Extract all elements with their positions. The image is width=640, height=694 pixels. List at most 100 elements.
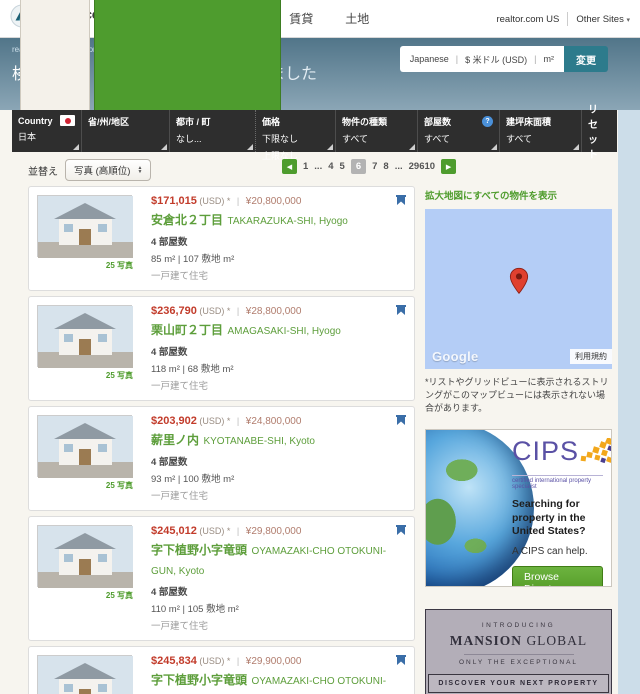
map-terms-link[interactable]: 利用規約 [570,349,612,364]
content-area: Country 日本 省/州/地区 都市 / 町 なし... 価格 下限なし 上… [0,110,618,694]
stepper-icon: ▲▼ [137,166,142,174]
filter-floor-area[interactable]: 建坪床面積 すべて [500,110,582,152]
cips-ad[interactable]: CIPS [425,429,612,587]
tab-map-view[interactable]: 地図 [94,0,281,110]
cips-subtext: A CIPS can help. [512,546,603,557]
google-logo: Google [432,349,479,364]
sort-label: 並替え [28,163,58,178]
realtor-us-link[interactable]: realtor.com US [496,14,559,25]
price-usd: $171,015 [151,195,197,207]
price-note: (USD) * [199,306,230,316]
dropdown-corner-icon [409,144,415,150]
pagination-page[interactable]: 5 [340,161,345,172]
help-icon[interactable]: ? [482,116,493,127]
listing-card[interactable]: 25 写真 $236,790 (USD) * | ¥28,800,000 栗山町… [28,296,415,401]
sort-value: 写真 (高順位) [74,163,130,177]
listing-photo[interactable] [37,655,132,694]
pagination: ◀ 1...45678...29610 ▶ [282,159,456,174]
map-preview[interactable]: Google 利用規約 [425,209,612,369]
listing-photo[interactable] [37,305,132,367]
pagination-ellipsis: ... [314,161,322,172]
listing-area: 93 m² | 100 敷地 m² [151,471,392,485]
expand-map-link[interactable]: 拡大地図にすべての物件を表示 [425,188,612,202]
listing-title[interactable]: 安倉北２丁目 [151,213,223,227]
pagination-page[interactable]: 7 [372,161,377,172]
filter-region[interactable]: 省/州/地区 [82,110,170,152]
discover-property-button[interactable]: DISCOVER YOUR NEXT PROPERTY [428,674,608,693]
listing-area: 85 m² | 107 敷地 m² [151,251,392,265]
pagination-next-icon[interactable]: ▶ [441,159,456,174]
pagination-page[interactable]: 8 [383,161,388,172]
cips-mosaic-icon [579,438,612,473]
cips-logo: CIPS [512,438,579,465]
pagination-page[interactable]: 29610 [409,161,435,172]
listing-title[interactable]: 薪里ノ内 [151,433,199,447]
pagination-page[interactable]: 1 [303,161,308,172]
other-sites-dropdown[interactable]: Other Sites ▾ [576,14,630,25]
language-value: Japanese [410,54,449,64]
listing-rooms: 4 部屋数 [151,344,392,358]
price-note: (USD) * [199,526,230,536]
map-disclaimer: *リストやグリッドビューに表示されるストリングがこのマップビューには表示されない… [425,376,612,415]
search-hero: realtor.com® International > 世界 > 日本 検索 … [0,38,640,110]
map-pin-icon[interactable] [509,267,529,300]
save-listing-icon[interactable] [395,523,407,541]
listing-photo[interactable] [37,195,132,257]
listing-location[interactable]: TAKARAZUKA-SHI, Hyogo [227,216,347,227]
browse-directory-button[interactable]: Browse Directory [512,566,603,587]
listing-photo[interactable] [37,525,132,587]
listing-area: 110 m² | 105 敷地 m² [151,601,392,615]
filter-city[interactable]: 都市 / 町 なし... [170,110,256,152]
photo-count: 25 写真 [37,370,137,381]
locale-bar: Japanese | $ 米ドル (USD) | m² 変更 [400,46,608,72]
sort-select[interactable]: 写真 (高順位) ▲▼ [65,159,151,181]
listings-column: 25 写真 $171,015 (USD) * | ¥20,800,000 安倉北… [28,186,415,694]
listing-title[interactable]: 栗山町２丁目 [151,323,223,337]
save-listing-icon[interactable] [395,303,407,321]
unit-value: m² [544,54,555,64]
listing-card[interactable]: 25 写真 $245,012 (USD) * | ¥29,800,000 字下植… [28,516,415,641]
sidebar: 拡大地図にすべての物件を表示 Google 利用規約 *リストやグリッドビューに… [425,186,612,694]
filter-rooms[interactable]: 部屋数 ? すべて [418,110,500,152]
filter-reset: リセット [582,110,617,152]
save-listing-icon[interactable] [395,193,407,211]
dropdown-corner-icon [327,144,333,150]
listing-title[interactable]: 字下植野小字竜頭 [151,543,247,557]
listing-rooms: 4 部屋数 [151,454,392,468]
listing-type: 一戸建て住宅 [151,618,392,632]
listing-type: 一戸建て住宅 [151,268,392,282]
cips-tagline: certified international property special… [512,475,603,490]
listing-card[interactable]: 25 写真 $171,015 (USD) * | ¥20,800,000 安倉北… [28,186,415,291]
change-button[interactable]: 変更 [564,46,608,72]
listing-photo[interactable] [37,415,132,477]
mansion-tagline: ONLY THE EXCEPTIONAL [426,659,611,666]
dropdown-corner-icon [573,144,579,150]
listing-title[interactable]: 字下植野小字竜頭 [151,673,247,687]
mansion-global-ad[interactable]: INTRODUCING MANSION GLOBAL ONLY THE EXCE… [425,609,612,694]
price-yen: ¥29,900,000 [246,656,302,667]
photo-count: 25 写真 [37,480,137,491]
save-listing-icon[interactable] [395,653,407,671]
filter-country[interactable]: Country 日本 [12,110,82,152]
listing-type: 一戸建て住宅 [151,378,392,392]
locale-settings[interactable]: Japanese | $ 米ドル (USD) | m² [400,46,564,72]
pagination-page[interactable]: 4 [328,161,333,172]
listing-location[interactable]: AMAGASAKI-SHI, Hyogo [227,326,340,337]
price-row: $245,012 (USD) * | ¥29,800,000 [151,525,392,537]
save-listing-icon[interactable] [395,413,407,431]
nav-tab-rent[interactable]: 賃貸 [273,0,329,38]
filter-price[interactable]: 価格 下限なし 上限なし [256,110,336,152]
tab-list-view[interactable]: 一覧表示 [20,0,90,110]
divider [464,654,574,655]
price-row: $171,015 (USD) * | ¥20,800,000 [151,195,392,207]
listing-card[interactable]: 25 写真 $203,902 (USD) * | ¥24,800,000 薪里ノ… [28,406,415,511]
pagination-prev-icon[interactable]: ◀ [282,159,297,174]
listing-location[interactable]: KYOTANABE-SHI, Kyoto [203,436,315,447]
listing-card[interactable]: 25 写真 $245,834 (USD) * | ¥29,900,000 字下植… [28,646,415,694]
price-usd: $203,902 [151,415,197,427]
filter-property-type[interactable]: 物件の種類 すべて [336,110,418,152]
nav-tab-land[interactable]: 土地 [329,0,385,38]
dropdown-corner-icon [161,144,167,150]
price-row: $236,790 (USD) * | ¥28,800,000 [151,305,392,317]
cips-heading: Searching for property in the United Sta… [512,498,603,539]
